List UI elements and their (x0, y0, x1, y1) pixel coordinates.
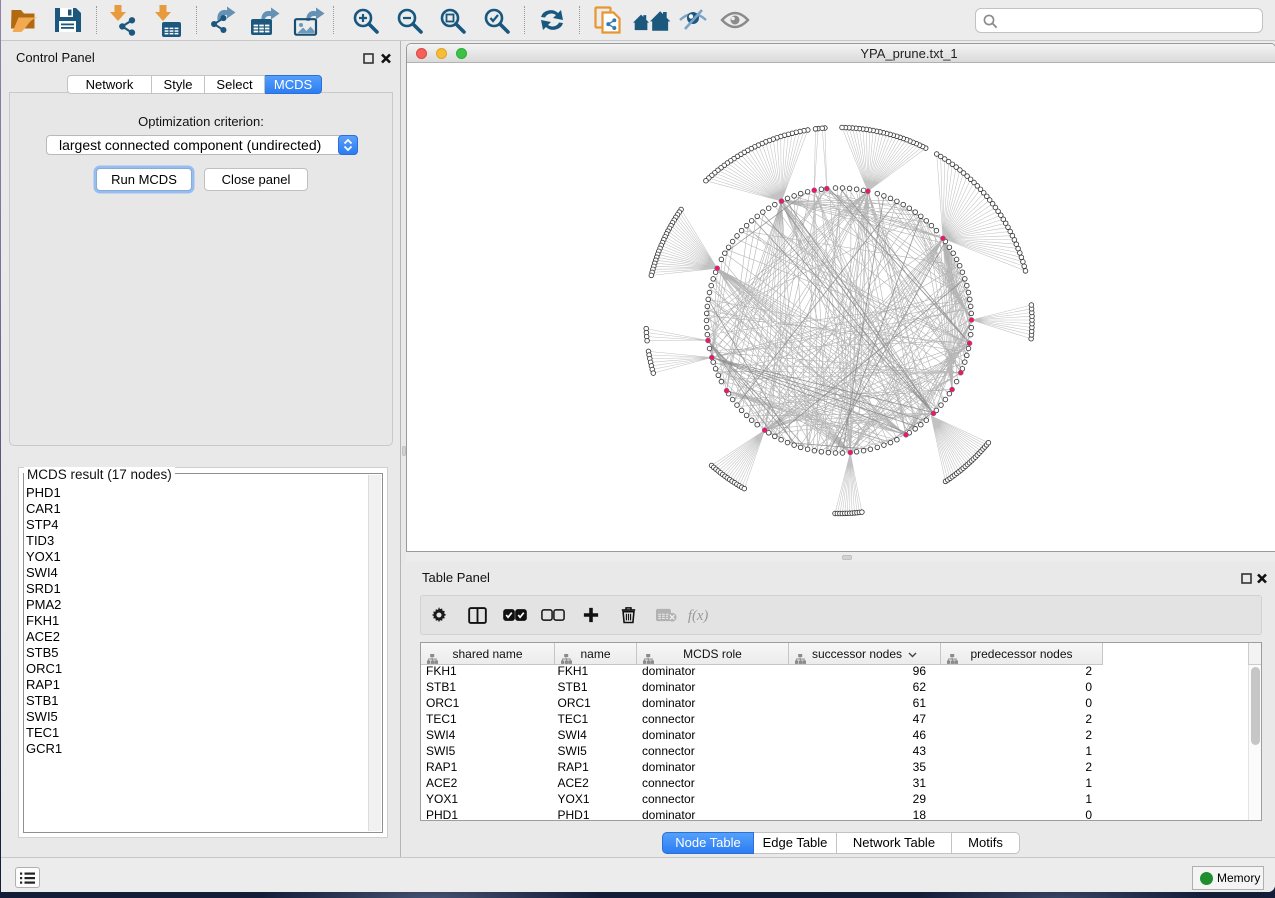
svg-text:f(x): f(x) (688, 608, 709, 624)
